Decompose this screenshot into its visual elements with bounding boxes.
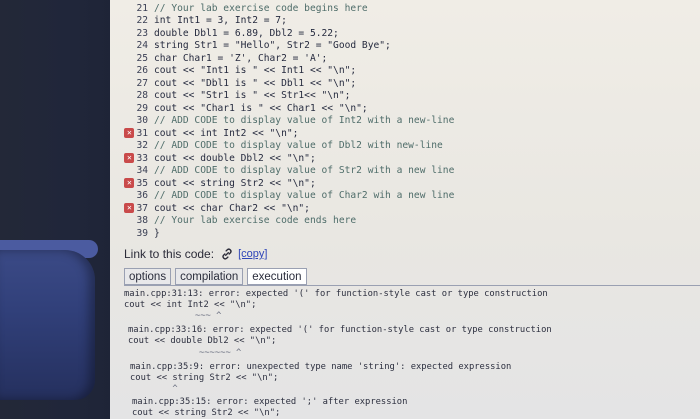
cup — [0, 250, 95, 400]
line-number: 28 — [136, 90, 148, 101]
error-source-line: cout << int Int2 << "\n"; — [124, 300, 257, 310]
error-marker-icon[interactable]: ✕ — [124, 153, 135, 163]
error-message: main.cpp:35:9: error: unexpected type na… — [130, 362, 512, 372]
code-text: // ADD CODE to display value of Str2 wit… — [154, 165, 455, 176]
line-number: 38 — [136, 215, 148, 226]
code-text: string Str1 = "Hello", Str2 = "Good Bye"… — [154, 40, 391, 51]
line-number: 35 — [136, 177, 148, 189]
code-text: cout << "Char1 is " << Char1 << "\n"; — [154, 102, 368, 114]
gutter: 26 — [110, 65, 148, 76]
gutter: 23 — [110, 28, 148, 39]
error-marker-icon[interactable]: ✕ — [124, 178, 135, 188]
error-source-line: cout << double Dbl2 << "\n"; — [128, 336, 277, 346]
gutter: 24 — [110, 40, 148, 51]
gutter: 39 — [110, 228, 148, 239]
line-number: 25 — [136, 52, 148, 64]
code-text: cout << char Char2 << "\n"; — [154, 202, 310, 214]
error-source-line: cout << string Str2 << "\n"; — [132, 408, 281, 418]
error-message: main.cpp:33:16: error: expected '(' for … — [128, 325, 552, 335]
error-message: main.cpp:35:15: error: expected ';' afte… — [132, 397, 408, 407]
link-icon[interactable] — [220, 247, 234, 261]
code-text: // Your lab exercise code ends here — [154, 215, 357, 226]
code-text: cout << double Dbl2 << "\n"; — [154, 152, 316, 164]
gutter: 32 — [110, 140, 148, 151]
gutter: 36 — [110, 190, 148, 201]
code-text: } — [154, 227, 160, 239]
tab-options[interactable]: options — [124, 268, 172, 285]
error-marker-icon[interactable]: ✕ — [124, 128, 135, 138]
code-text: cout << int Int2 << "\n"; — [154, 127, 299, 139]
gutter: 30 — [110, 115, 148, 126]
line-number: 34 — [136, 165, 148, 176]
line-number: 24 — [136, 40, 148, 51]
code-text: cout << string Str2 << "\n"; — [154, 177, 316, 189]
code-editor[interactable]: 21 // Your lab exercise code begins here… — [110, 0, 700, 239]
error-caret: ^ — [130, 384, 178, 394]
gutter: 29 — [110, 103, 148, 114]
code-text: // ADD CODE to display value of Dbl2 wit… — [154, 140, 443, 151]
code-text: int Int1 = 3, Int2 = 7; — [154, 15, 287, 26]
line-number: 26 — [136, 65, 148, 76]
gutter: 38 — [110, 215, 148, 226]
line-number: 36 — [136, 190, 148, 201]
copy-link[interactable]: [copy] — [238, 248, 267, 260]
tab-compilation[interactable]: compilation — [175, 268, 244, 285]
gutter: ✕ 37 — [110, 203, 148, 214]
error-message: main.cpp:31:13: error: expected '(' for … — [124, 289, 548, 299]
code-text: // ADD CODE to display value of Int2 wit… — [154, 115, 455, 126]
gutter: 25 — [110, 53, 148, 64]
error-source-line: cout << string Str2 << "\n"; — [130, 373, 279, 383]
code-text: cout << "Dbl1 is " << Dbl1 << "\n"; — [154, 77, 357, 89]
line-number: 23 — [136, 27, 148, 39]
line-number: 37 — [136, 202, 148, 214]
code-text: // ADD CODE to display value of Char2 wi… — [154, 190, 455, 201]
line-number: 31 — [136, 127, 148, 139]
error-marker-icon[interactable]: ✕ — [124, 203, 135, 213]
link-row: Link to this code: [copy] — [124, 246, 267, 262]
gutter: 27 — [110, 78, 148, 89]
code-text: // Your lab exercise code begins here — [154, 2, 368, 14]
gutter: 22 — [110, 15, 148, 26]
gutter: 28 — [110, 90, 148, 101]
photo-background — [0, 0, 120, 419]
tab-execution[interactable]: execution — [247, 268, 307, 285]
gutter: ✕ 35 — [110, 178, 148, 189]
line-number: 22 — [136, 15, 148, 26]
line-number: 29 — [136, 102, 148, 114]
code-text: cout << "Int1 is " << Int1 << "\n"; — [154, 65, 357, 76]
error-caret: ~~~~~~ ^ — [146, 348, 242, 358]
gutter: 34 — [110, 165, 148, 176]
line-number: 32 — [136, 140, 148, 151]
code-text: double Dbl1 = 6.89, Dbl2 = 5.22; — [154, 27, 339, 39]
line-number: 33 — [136, 152, 148, 164]
code-text: char Char1 = 'Z', Char2 = 'A'; — [154, 52, 328, 64]
gutter: ✕ 31 — [110, 128, 148, 139]
output-tabs: options compilation execution — [124, 268, 307, 285]
compiler-output: main.cpp:31:13: error: expected '(' for … — [124, 285, 700, 419]
line-number: 30 — [136, 115, 148, 126]
gutter: 21 — [110, 3, 148, 14]
gutter: ✕ 33 — [110, 153, 148, 164]
link-label: Link to this code: — [124, 247, 215, 261]
line-number: 27 — [136, 77, 148, 89]
line-number: 21 — [136, 2, 148, 14]
error-caret: ~~~ ^ — [142, 311, 222, 321]
screen: 21 // Your lab exercise code begins here… — [110, 0, 700, 419]
code-text: cout << "Str1 is " << Str1<< "\n"; — [154, 90, 351, 101]
line-number: 39 — [136, 227, 148, 239]
